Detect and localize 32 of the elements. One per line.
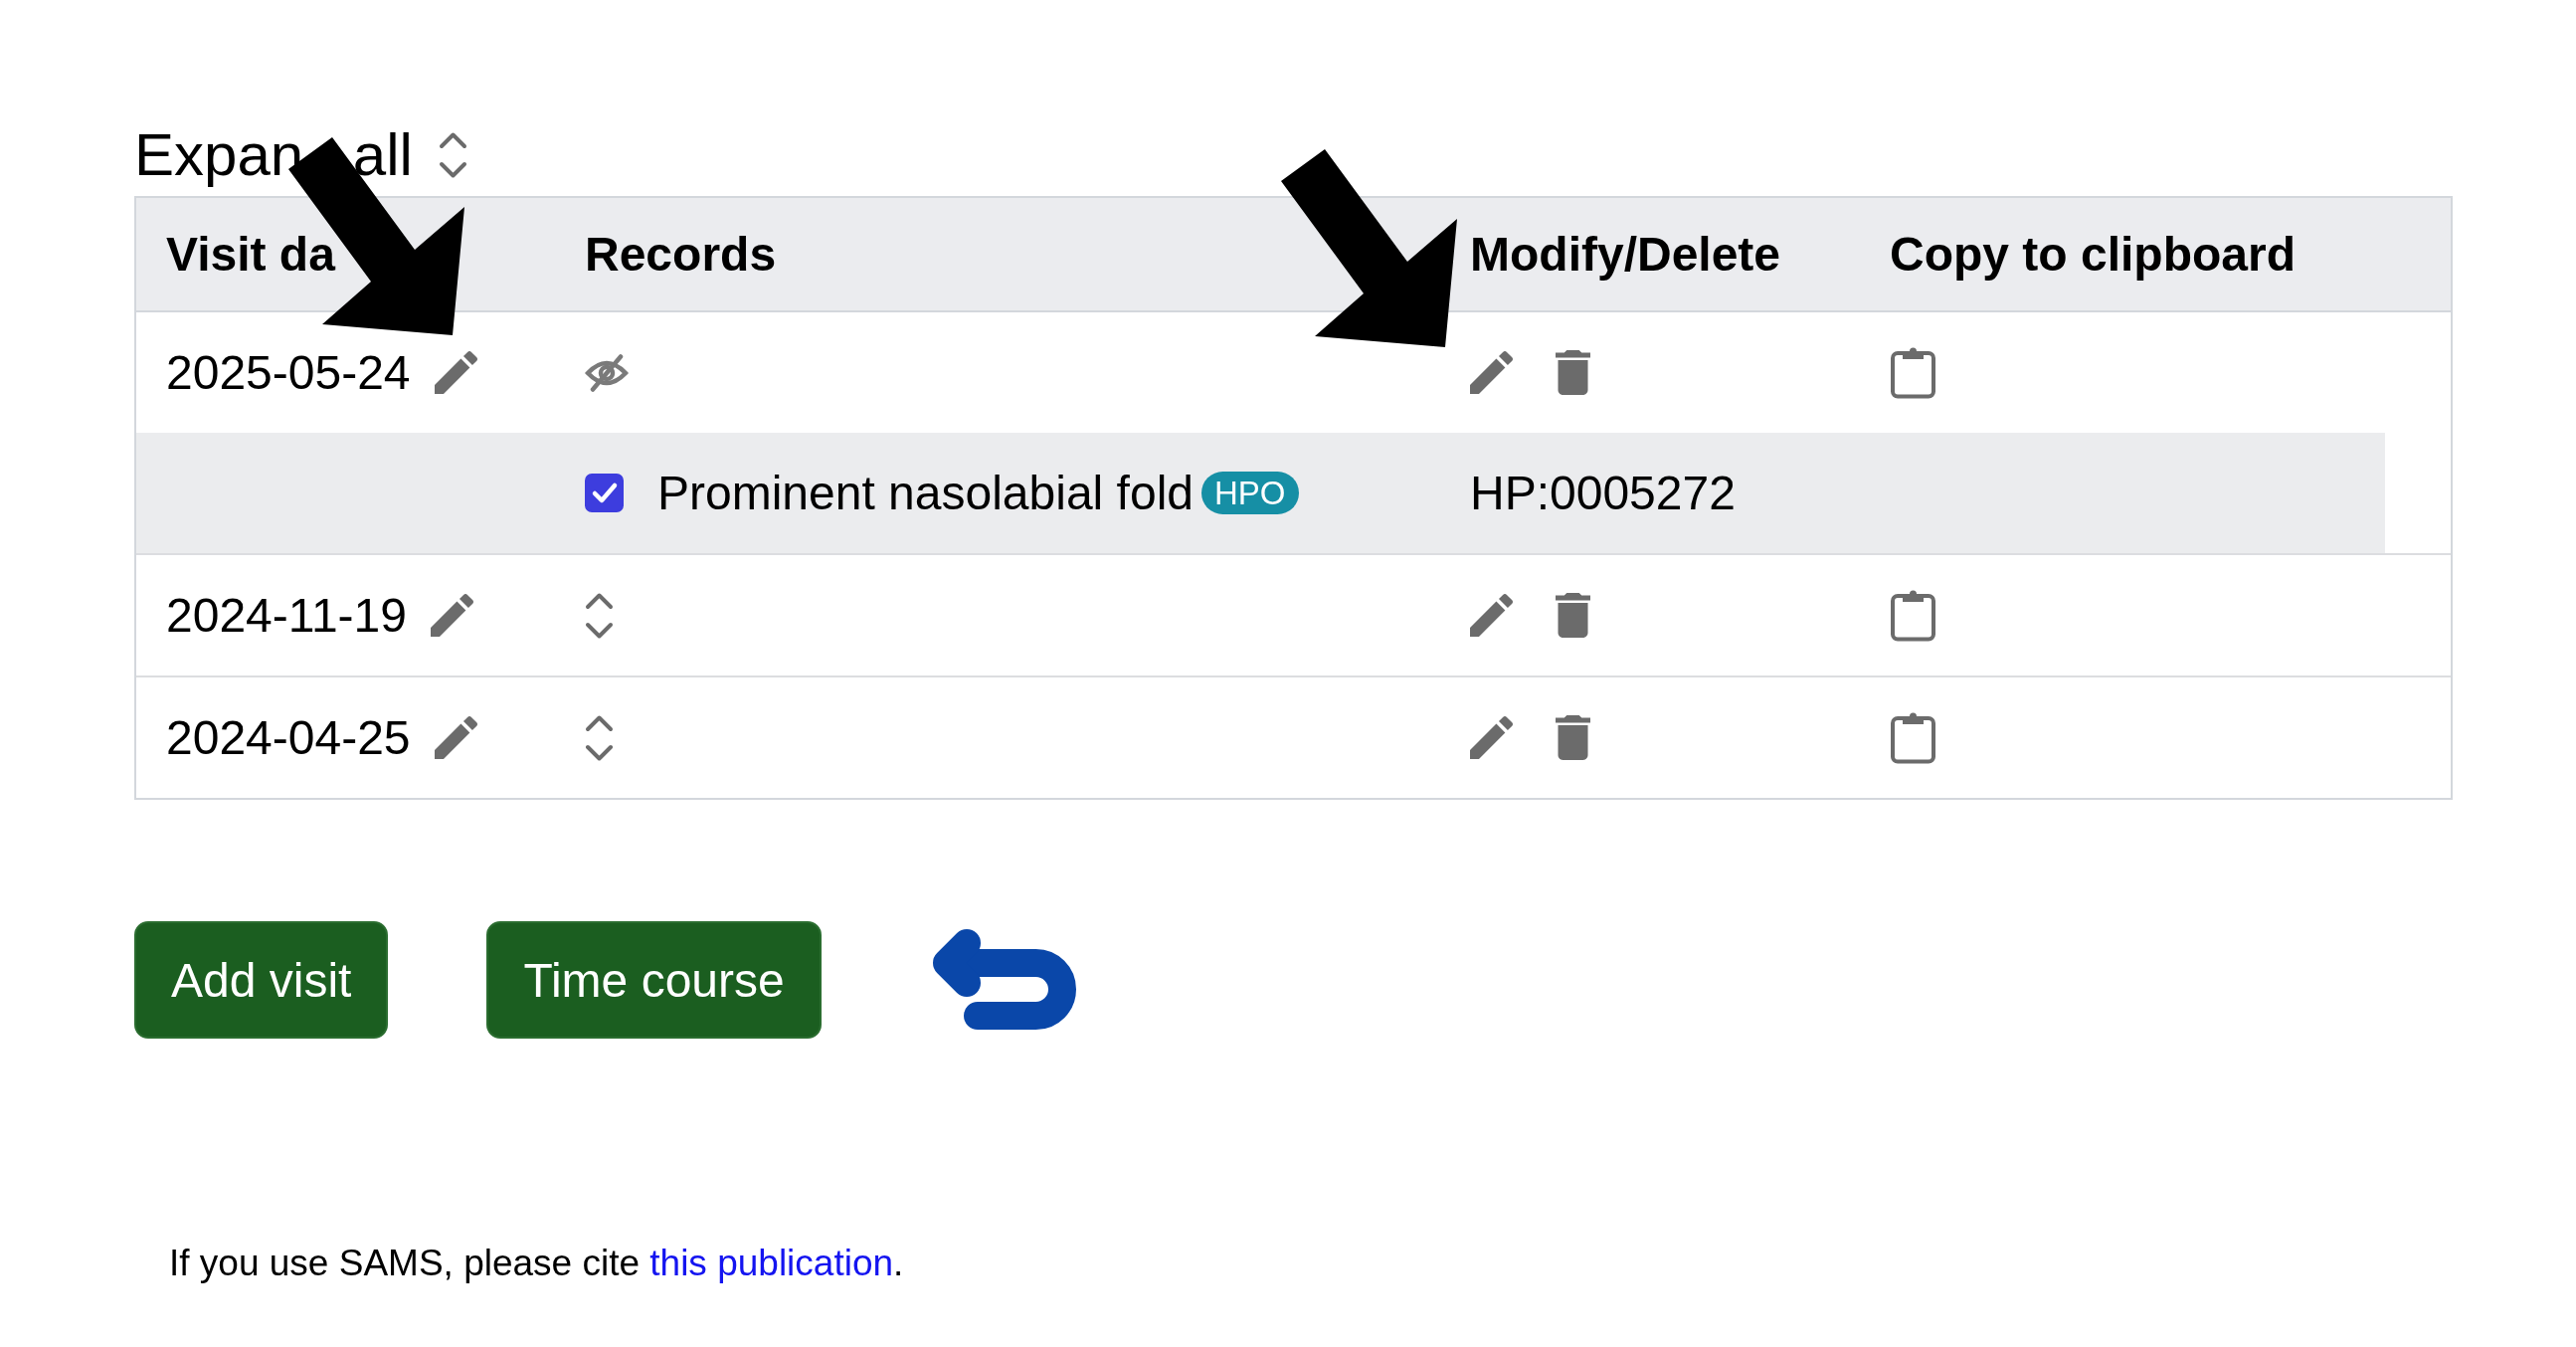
pencil-icon[interactable] (434, 716, 477, 759)
return-arrow-icon[interactable] (931, 928, 1076, 1032)
trash-icon[interactable] (1556, 593, 1590, 638)
visit-date: 2024-11-19 (166, 588, 407, 643)
column-header: Copy to clipboard (1890, 227, 2296, 282)
publication-link[interactable]: this publication (649, 1243, 894, 1283)
term-label: Prominent nasolabial fold (657, 466, 1194, 520)
column-header: Visit da (166, 227, 335, 282)
pencil-icon[interactable] (1470, 716, 1513, 759)
clipboard-icon[interactable] (1890, 589, 1936, 642)
trash-icon[interactable] (1556, 350, 1590, 395)
checkbox[interactable] (585, 474, 624, 512)
term-badge: HPO (1201, 472, 1299, 514)
clipboard-icon[interactable] (1890, 346, 1936, 399)
term-id: HP:0005272 (1470, 466, 1736, 520)
trash-icon[interactable] (1556, 715, 1590, 760)
clipboard-icon[interactable] (1890, 711, 1936, 764)
chevron-up-down-icon[interactable] (585, 713, 614, 762)
column-header: Records (585, 227, 777, 282)
expand-all-button[interactable]: Expan all (134, 120, 467, 189)
pencil-icon[interactable] (430, 594, 473, 637)
eye-slash-icon[interactable] (585, 353, 629, 392)
action-button[interactable]: Add visit (134, 921, 389, 1039)
column-header: Modify/Delete (1470, 227, 1781, 282)
action-button[interactable]: Time course (486, 921, 822, 1039)
chevron-up-down-icon[interactable] (585, 591, 614, 640)
pencil-icon[interactable] (1470, 351, 1513, 394)
visit-date: 2025-05-24 (166, 345, 411, 400)
visit-date: 2024-04-25 (166, 710, 411, 765)
pencil-icon[interactable] (1470, 594, 1513, 637)
pencil-icon[interactable] (434, 351, 477, 394)
citation-text: If you use SAMS, please cite this publication. (169, 1243, 904, 1284)
